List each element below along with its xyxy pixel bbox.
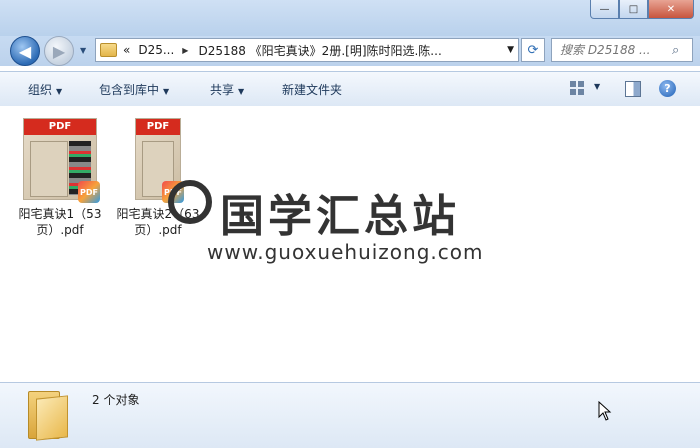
file-list: PDF PDF 阳宅真诀1（53 页）.pdf PDF PDF 阳宅真诀2（63 页… [0, 106, 700, 382]
chevron-down-icon: ▼ [163, 87, 170, 96]
details-pane: 2 个对象 [0, 382, 700, 448]
maximize-button[interactable]: □ [619, 0, 648, 19]
chevron-down-icon: ▼ [238, 87, 245, 96]
title-bar: — □ ✕ [0, 0, 700, 36]
navigation-bar: ◀ ▶ ▼ « D25... ▶ D25188 《阳宅真诀》2册.[明]陈时阳选… [0, 36, 700, 66]
pdf-label: PDF [24, 119, 96, 135]
search-box[interactable]: ⌕ [551, 38, 693, 62]
chevron-down-icon[interactable]: ▼ [594, 82, 600, 91]
watermark-logo-icon [168, 180, 212, 224]
breadcrumb-overflow[interactable]: « [123, 43, 130, 57]
share-label: 共享 [210, 83, 235, 97]
mouse-cursor-icon [598, 401, 612, 421]
include-library-label: 包含到库中 [99, 83, 160, 97]
folder-icon [28, 391, 68, 441]
view-options-icon[interactable] [570, 81, 584, 95]
pdf-label: PDF [136, 119, 180, 135]
book-page-image [30, 141, 68, 197]
recent-pages-dropdown[interactable]: ▼ [80, 46, 86, 55]
preview-pane-icon[interactable] [625, 81, 641, 97]
search-icon[interactable]: ⌕ [672, 43, 679, 58]
organize-label: 组织 [28, 83, 53, 97]
watermark-url: www.guoxuehuizong.com [207, 240, 484, 264]
help-icon[interactable]: ? [659, 80, 676, 97]
chevron-down-icon[interactable]: ▼ [507, 45, 514, 55]
command-bar: 组织 ▼ 包含到库中 ▼ 共享 ▼ 新建文件夹 ▼ ? [0, 71, 700, 107]
organize-menu[interactable]: 组织 ▼ [28, 81, 62, 98]
watermark-title: 国学汇总站 [220, 191, 460, 242]
back-button[interactable]: ◀ [10, 36, 40, 66]
forward-button[interactable]: ▶ [44, 36, 74, 66]
address-bar[interactable]: « D25... ▶ D25188 《阳宅真诀》2册.[明]陈时阳选.陈... … [95, 38, 519, 62]
pdf-thumbnail: PDF PDF [23, 118, 100, 203]
share-menu[interactable]: 共享 ▼ [210, 81, 244, 98]
window-controls: — □ ✕ [590, 0, 694, 19]
search-input[interactable] [552, 42, 672, 58]
chevron-down-icon: ▼ [56, 87, 63, 96]
file-name: 阳宅真诀1（53 页）.pdf [18, 207, 102, 237]
folder-icon [100, 43, 117, 57]
chevron-right-icon[interactable]: ▶ [182, 46, 188, 55]
pdf-app-icon: PDF [78, 181, 100, 203]
new-folder-button[interactable]: 新建文件夹 [282, 81, 342, 98]
file-item[interactable]: PDF PDF 阳宅真诀1（53 页）.pdf [10, 118, 110, 238]
refresh-button[interactable]: ⟳ [521, 38, 545, 62]
breadcrumb-item[interactable]: D25188 《阳宅真诀》2册.[明]陈时阳选.陈... [198, 42, 441, 59]
item-count: 2 个对象 [92, 393, 140, 407]
include-library-menu[interactable]: 包含到库中 ▼ [99, 81, 169, 98]
minimize-button[interactable]: — [590, 0, 619, 19]
close-button[interactable]: ✕ [648, 0, 694, 19]
breadcrumb-item[interactable]: D25... [138, 43, 174, 57]
